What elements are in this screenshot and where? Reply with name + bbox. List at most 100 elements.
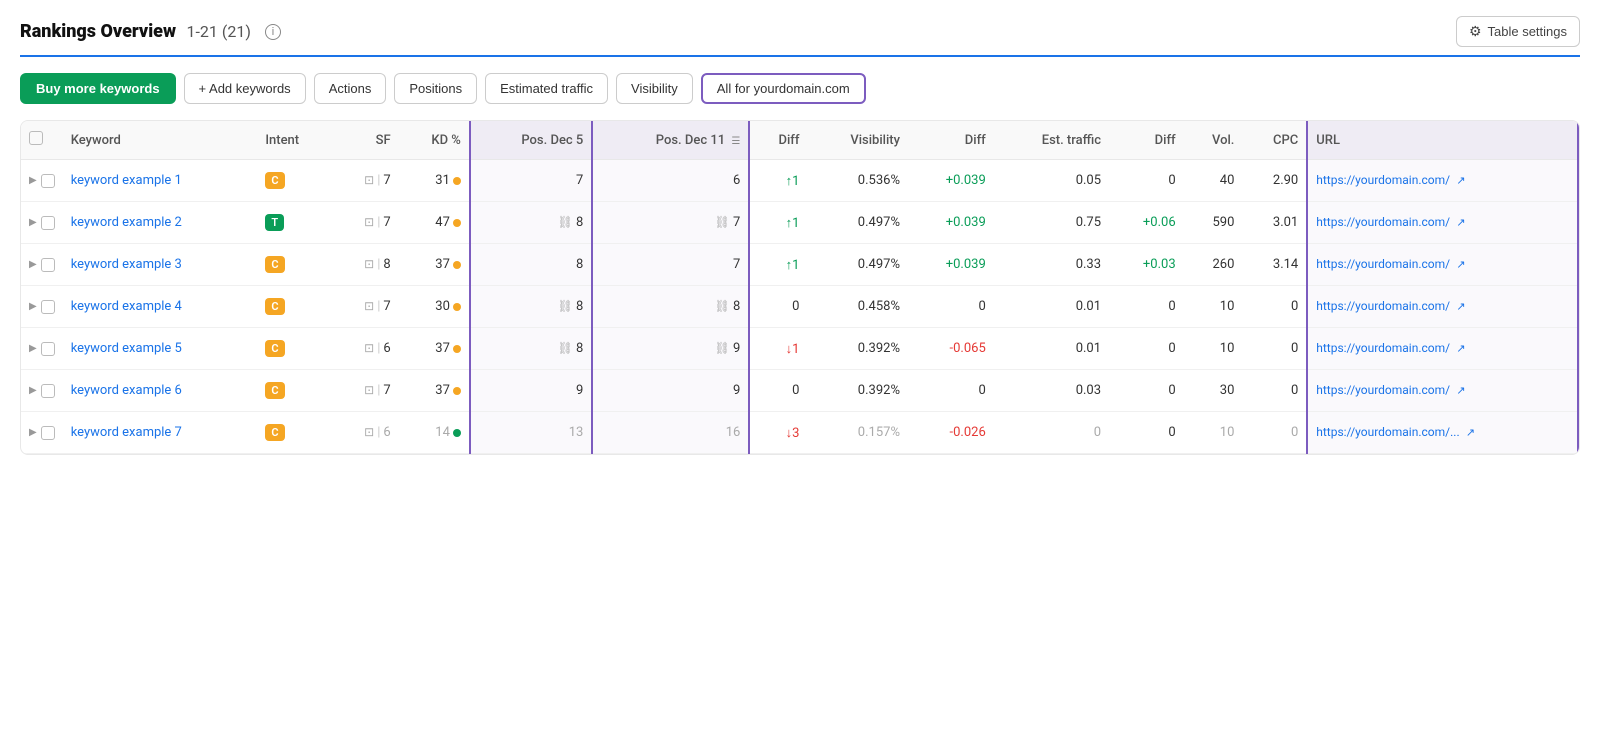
url-link[interactable]: https://yourdomain.com/ bbox=[1316, 341, 1450, 355]
visibility-cell: 0.536% bbox=[807, 160, 908, 202]
keyword-cell: keyword example 6 bbox=[63, 370, 258, 412]
keyword-link[interactable]: keyword example 4 bbox=[71, 299, 182, 314]
expand-icon[interactable]: ▶ bbox=[29, 427, 37, 438]
buy-keywords-button[interactable]: Buy more keywords bbox=[20, 73, 176, 104]
chain-icon: ⛓ bbox=[715, 299, 730, 313]
cpc-cell: 3.01 bbox=[1242, 202, 1307, 244]
external-link-icon[interactable]: ↗ bbox=[1456, 384, 1465, 397]
keyword-link[interactable]: keyword example 2 bbox=[71, 215, 182, 230]
cpc-cell: 0 bbox=[1242, 412, 1307, 454]
row-checkbox[interactable] bbox=[41, 300, 55, 314]
keyword-link[interactable]: keyword example 5 bbox=[71, 341, 182, 356]
keyword-link[interactable]: keyword example 3 bbox=[71, 257, 182, 272]
expand-icon[interactable]: ▶ bbox=[29, 301, 37, 312]
actions-button[interactable]: Actions bbox=[314, 73, 387, 104]
visibility-cell: 0.157% bbox=[807, 412, 908, 454]
expand-icon[interactable]: ▶ bbox=[29, 343, 37, 354]
kd-cell: 31 bbox=[399, 160, 470, 202]
intent-cell: C bbox=[257, 160, 333, 202]
external-link-icon[interactable]: ↗ bbox=[1456, 342, 1465, 355]
vis-diff-cell: -0.026 bbox=[908, 412, 994, 454]
row-checkbox[interactable] bbox=[41, 258, 55, 272]
kd-value: 37 bbox=[435, 383, 450, 398]
sf-value: 8 bbox=[383, 257, 390, 272]
diff-value: ↑1 bbox=[786, 174, 800, 189]
url-header: URL bbox=[1307, 121, 1578, 160]
sort-icon[interactable]: ☰ bbox=[731, 136, 740, 147]
external-link-icon[interactable]: ↗ bbox=[1466, 426, 1475, 439]
estimated-traffic-tab[interactable]: Estimated traffic bbox=[485, 73, 608, 104]
vis-diff-cell: 0 bbox=[908, 370, 994, 412]
sf-value: 6 bbox=[383, 341, 390, 356]
intent-badge: C bbox=[265, 340, 284, 357]
kd-cell: 47 bbox=[399, 202, 470, 244]
est-traffic-cell: 0 bbox=[994, 412, 1109, 454]
row-checkbox[interactable] bbox=[41, 426, 55, 440]
expand-icon[interactable]: ▶ bbox=[29, 259, 37, 270]
positions-tab[interactable]: Positions bbox=[394, 73, 477, 104]
expand-icon[interactable]: ▶ bbox=[29, 217, 37, 228]
est-traffic-cell: 0.01 bbox=[994, 286, 1109, 328]
vis-diff-value: 0 bbox=[978, 383, 985, 398]
url-link[interactable]: https://yourdomain.com/ bbox=[1316, 215, 1450, 229]
pos-dec5-cell: 7 bbox=[470, 160, 592, 202]
url-link[interactable]: https://yourdomain.com/ bbox=[1316, 383, 1450, 397]
url-link[interactable]: https://yourdomain.com/ bbox=[1316, 173, 1450, 187]
diff-cell: ↓1 bbox=[749, 328, 807, 370]
url-link[interactable]: https://yourdomain.com/ bbox=[1316, 257, 1450, 271]
external-link-icon[interactable]: ↗ bbox=[1456, 216, 1465, 229]
row-checkbox[interactable] bbox=[41, 216, 55, 230]
url-link[interactable]: https://yourdomain.com/... bbox=[1316, 425, 1459, 439]
select-all-checkbox[interactable] bbox=[29, 131, 43, 145]
est-diff-cell: 0 bbox=[1109, 370, 1184, 412]
url-link[interactable]: https://yourdomain.com/ bbox=[1316, 299, 1450, 313]
toolbar: Buy more keywords + Add keywords Actions… bbox=[20, 73, 1580, 104]
diff-value: ↓1 bbox=[786, 342, 800, 357]
est-diff-value: 0 bbox=[1168, 299, 1175, 314]
row-checkbox[interactable] bbox=[41, 342, 55, 356]
est-diff-header: Diff bbox=[1109, 121, 1184, 160]
pos-dec5-cell: ⛓ 8 bbox=[470, 286, 592, 328]
visibility-cell: 0.497% bbox=[807, 244, 908, 286]
keyword-link[interactable]: keyword example 7 bbox=[71, 425, 182, 440]
keyword-cell: keyword example 2 bbox=[63, 202, 258, 244]
add-keywords-button[interactable]: + Add keywords bbox=[184, 73, 306, 104]
kd-cell: 37 bbox=[399, 244, 470, 286]
intent-cell: C bbox=[257, 328, 333, 370]
external-link-icon[interactable]: ↗ bbox=[1456, 174, 1465, 187]
sf-cell: ⊡ | 7 bbox=[334, 202, 399, 244]
table-settings-button[interactable]: ⚙ Table settings bbox=[1456, 16, 1580, 47]
chain-icon: ⛓ bbox=[715, 341, 730, 355]
info-icon[interactable]: i bbox=[265, 24, 281, 40]
pos-dec11-cell: 16 bbox=[592, 412, 749, 454]
expand-icon[interactable]: ▶ bbox=[29, 175, 37, 186]
external-link-icon[interactable]: ↗ bbox=[1456, 300, 1465, 313]
sf-cell: ⊡ | 8 bbox=[334, 244, 399, 286]
vis-diff-cell: +0.039 bbox=[908, 160, 994, 202]
est-traffic-cell: 0.03 bbox=[994, 370, 1109, 412]
est-diff-value: +0.03 bbox=[1143, 257, 1176, 272]
visibility-tab[interactable]: Visibility bbox=[616, 73, 693, 104]
pos-dec11-cell: ⛓ 8 bbox=[592, 286, 749, 328]
diff-cell: ↑1 bbox=[749, 160, 807, 202]
row-checkbox[interactable] bbox=[41, 384, 55, 398]
est-diff-cell: 0 bbox=[1109, 286, 1184, 328]
sf-icon: ⊡ bbox=[364, 299, 374, 313]
intent-cell: C bbox=[257, 412, 333, 454]
expand-icon[interactable]: ▶ bbox=[29, 385, 37, 396]
kd-value: 14 bbox=[435, 425, 450, 440]
pos-dec11-cell: 7 bbox=[592, 244, 749, 286]
visibility-cell: 0.458% bbox=[807, 286, 908, 328]
domain-filter-tab[interactable]: All for yourdomain.com bbox=[701, 73, 866, 104]
est-diff-value: 0 bbox=[1168, 341, 1175, 356]
intent-header: Intent bbox=[257, 121, 333, 160]
kd-cell: 14 bbox=[399, 412, 470, 454]
url-cell: https://yourdomain.com/ ↗ bbox=[1307, 328, 1578, 370]
row-checkbox[interactable] bbox=[41, 174, 55, 188]
diff-cell: 0 bbox=[749, 370, 807, 412]
external-link-icon[interactable]: ↗ bbox=[1456, 258, 1465, 271]
chain-icon: ⛓ bbox=[715, 215, 730, 229]
keyword-link[interactable]: keyword example 6 bbox=[71, 383, 182, 398]
keyword-link[interactable]: keyword example 1 bbox=[71, 173, 182, 188]
page-title: Rankings Overview 1-21 (21) bbox=[20, 21, 251, 42]
